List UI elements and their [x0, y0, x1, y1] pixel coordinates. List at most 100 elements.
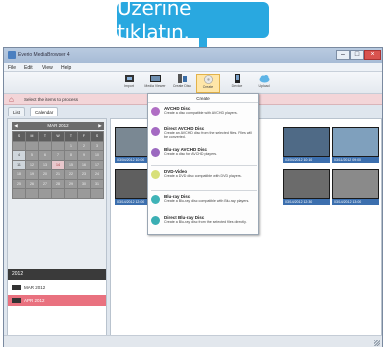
- thumbnail[interactable]: 03/04/2012 10:10: [283, 127, 330, 163]
- breadcrumb-text: Select the items to process: [24, 97, 79, 102]
- device-label: Device: [231, 84, 243, 88]
- calendar-day[interactable]: 16: [78, 160, 90, 170]
- create-disc-label: Create Disc: [172, 84, 192, 88]
- calendar-day: [78, 189, 90, 198]
- menu-edit[interactable]: Edit: [24, 65, 33, 71]
- calendar-day[interactable]: 15: [65, 160, 77, 170]
- tab-list[interactable]: List: [8, 107, 26, 116]
- calendar-header: ◀ MAR 2012 ▶: [12, 122, 104, 130]
- calendar-day[interactable]: 17: [91, 160, 103, 170]
- thumbnail[interactable]: 03/14/2012 13:00: [332, 169, 379, 205]
- calendar-day[interactable]: 18: [13, 170, 25, 179]
- calendar-day[interactable]: 23: [78, 170, 90, 179]
- calendar-day[interactable]: 19: [26, 170, 38, 179]
- menu-view[interactable]: View: [42, 65, 53, 71]
- calendar-day[interactable]: 4: [13, 151, 25, 160]
- menu-item-dvd-video[interactable]: DVD-Video Create a DVD disc compatible w…: [151, 169, 257, 187]
- calendar-day: [39, 141, 51, 151]
- create-disc-button[interactable]: Create Disc: [170, 74, 194, 93]
- calendar-weekday: S: [91, 132, 103, 141]
- date-list-item-label: MAR 2012: [24, 285, 46, 290]
- thumbnail-caption: 03/14/2012 12:30: [283, 199, 330, 205]
- calendar-day[interactable]: 12: [26, 160, 38, 170]
- instruction-callout: Üzerine tıklatın.: [117, 0, 269, 44]
- menu-help[interactable]: Help: [61, 65, 71, 71]
- thumbnail-caption: 03/14/2012 13:00: [332, 199, 379, 205]
- import-button[interactable]: Import: [117, 74, 141, 93]
- calendar-day[interactable]: 5: [26, 151, 38, 160]
- upload-button[interactable]: Upload: [252, 74, 276, 93]
- calendar-day[interactable]: 29: [65, 179, 77, 189]
- calendar-day: [52, 141, 64, 151]
- calendar-weekday: F: [78, 132, 90, 141]
- menu-item-desc: Create a DVD disc compatible with DVD pl…: [164, 174, 242, 178]
- title-bar: Everio MediaBrowser 4 – □ ×: [4, 48, 382, 63]
- date-list-item-selected[interactable]: APR 2012: [8, 295, 106, 306]
- thumbnail-image: [333, 170, 378, 198]
- maximize-button[interactable]: □: [350, 50, 364, 60]
- disc-icon: [151, 107, 160, 116]
- date-list-item[interactable]: MAR 2012: [8, 282, 106, 293]
- menu-item-desc: Create an AVCHD disc from the selected f…: [164, 131, 252, 139]
- home-icon[interactable]: ⌂: [9, 96, 18, 104]
- disc-icon: [151, 127, 160, 136]
- import-label: Import: [124, 84, 134, 88]
- menu-item-desc: Create a disc compatible with AVCHD play…: [164, 111, 238, 115]
- thumbnail[interactable]: 03/14/2012 12:30: [283, 169, 330, 205]
- create-icon: [203, 75, 213, 84]
- callout-text: Üzerine tıklatın.: [117, 0, 192, 44]
- calendar-day[interactable]: 30: [78, 179, 90, 189]
- calendar-day[interactable]: 7: [52, 151, 64, 160]
- calendar-day[interactable]: 9: [78, 151, 90, 160]
- menu-item-direct-avchd-disc[interactable]: Direct AVCHD Disc Create an AVCHD disc f…: [151, 126, 257, 144]
- calendar-day[interactable]: 20: [39, 170, 51, 179]
- bluray-icon: [151, 195, 160, 204]
- window-title: Everio MediaBrowser 4: [18, 52, 70, 58]
- upload-icon: [259, 75, 269, 83]
- close-button[interactable]: ×: [364, 50, 381, 60]
- left-panel: ◀ MAR 2012 ▶ S M T W T F S 1 2 3 4 5 6 7 8 9 10 11 12 13 14 1…: [7, 118, 107, 344]
- media-viewer-button[interactable]: Media Viewer: [143, 74, 167, 93]
- import-icon: [124, 75, 134, 82]
- calendar-day[interactable]: 1: [65, 141, 77, 151]
- media-viewer-label: Media Viewer: [144, 84, 166, 88]
- next-month-button[interactable]: ▶: [96, 122, 104, 130]
- calendar-day[interactable]: 25: [13, 179, 25, 189]
- device-button[interactable]: Device: [225, 74, 249, 93]
- calendar-day[interactable]: 8: [65, 151, 77, 160]
- film-icon: [12, 298, 21, 303]
- calendar-day[interactable]: 10: [91, 151, 103, 160]
- minimize-button[interactable]: –: [336, 50, 350, 60]
- create-disc-icon: [177, 74, 187, 83]
- calendar-day[interactable]: 13: [39, 160, 51, 170]
- create-button[interactable]: Create: [196, 74, 220, 93]
- calendar-day[interactable]: 11: [13, 160, 25, 170]
- menu-item-bluray-avchd-disc[interactable]: Blu-ray AVCHD Disc Create a disc for AVC…: [151, 147, 257, 161]
- tab-calendar[interactable]: Calendar: [30, 107, 59, 116]
- menu-separator: [151, 165, 257, 166]
- calendar-day[interactable]: 6: [39, 151, 51, 160]
- calendar-day[interactable]: 26: [26, 179, 38, 189]
- calendar-day[interactable]: 14: [52, 160, 64, 170]
- calendar-weekday: T: [65, 132, 77, 141]
- calendar-day[interactable]: 27: [39, 179, 51, 189]
- thumbnail[interactable]: 03/11/2012 09:00: [332, 127, 379, 163]
- calendar-day[interactable]: 21: [52, 170, 64, 179]
- calendar-day[interactable]: 22: [65, 170, 77, 179]
- upload-label: Upload: [258, 84, 270, 88]
- calendar-day: [26, 141, 38, 151]
- calendar-day[interactable]: 2: [78, 141, 90, 151]
- calendar-day[interactable]: 31: [91, 179, 103, 189]
- calendar-month: MAR 2012: [47, 123, 69, 128]
- menu-bar: File Edit View Help: [4, 63, 382, 72]
- menu-item-avchd-disc[interactable]: AVCHD Disc Create a disc compatible with…: [151, 106, 257, 124]
- prev-month-button[interactable]: ◀: [12, 122, 20, 130]
- calendar-day[interactable]: 24: [91, 170, 103, 179]
- menu-file[interactable]: File: [8, 65, 16, 71]
- menu-item-direct-bluray-disc[interactable]: Direct Blu-ray Disc Create a Blu-ray dis…: [151, 215, 257, 233]
- bluray-icon: [151, 216, 160, 225]
- calendar-day[interactable]: 28: [52, 179, 64, 189]
- resize-grip[interactable]: [374, 340, 380, 346]
- menu-item-bluray-disc[interactable]: Blu-ray Disc Create a Blu-ray disc compa…: [151, 194, 257, 212]
- calendar-day[interactable]: 3: [91, 141, 103, 151]
